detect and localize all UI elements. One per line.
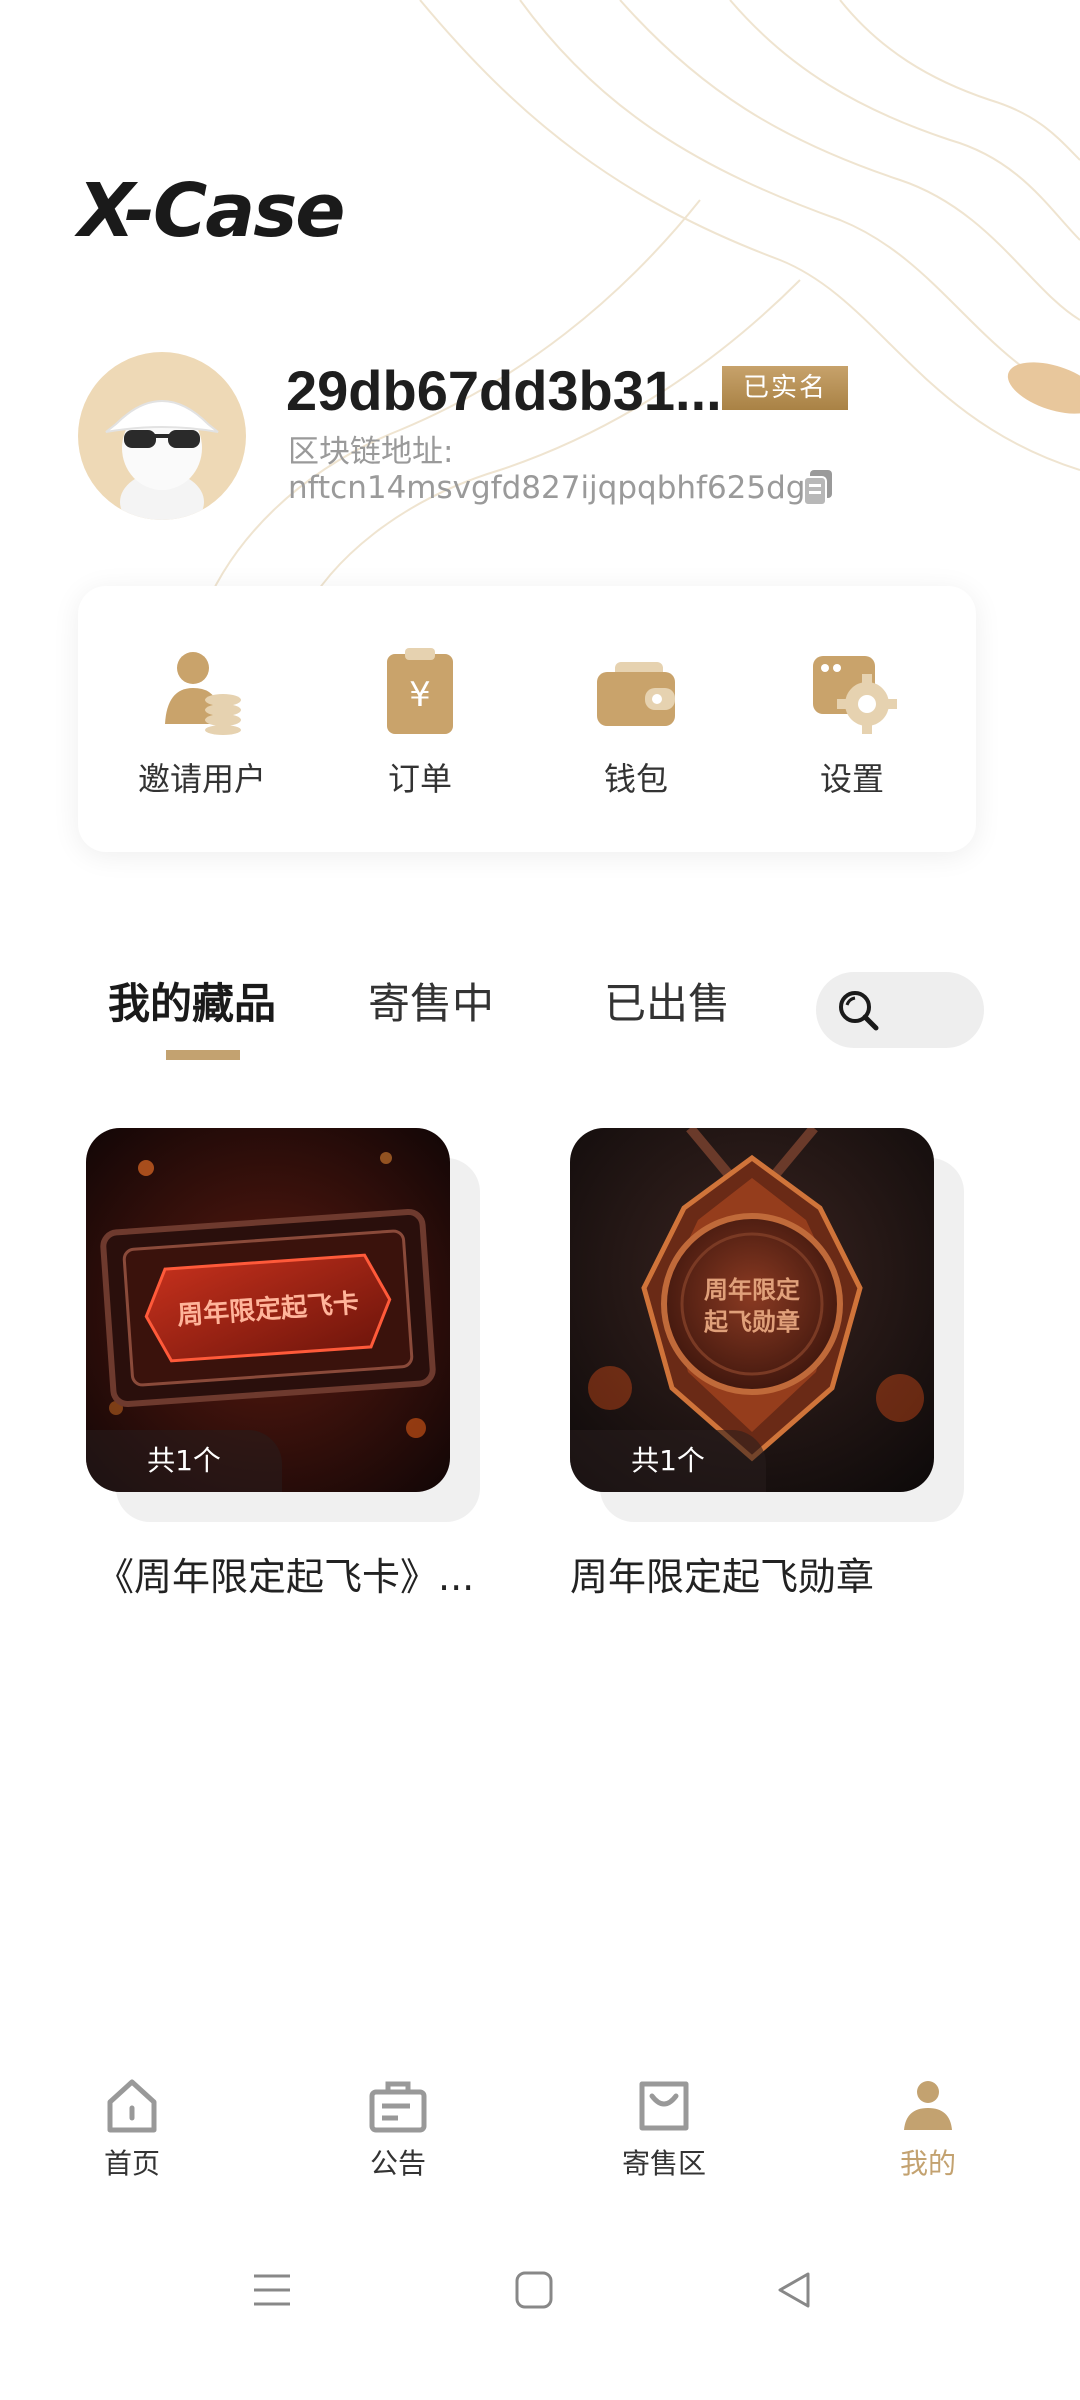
menu-item-wallet[interactable]: 钱包 — [536, 646, 736, 800]
collection-item-image: 周年限定起飞卡 共1个 — [86, 1128, 450, 1492]
nav-label: 首页 — [103, 2147, 160, 2180]
copy-icon[interactable] — [800, 468, 836, 508]
menu-item-label: 订单 — [387, 760, 452, 798]
menu-item-label: 邀请用户 — [137, 760, 266, 798]
nav-item-announcement[interactable]: 公告 — [328, 2076, 468, 2182]
menu-item-label: 设置 — [819, 760, 884, 798]
chain-address-label: 区块链地址: — [288, 434, 454, 470]
nav-item-profile[interactable]: 我的 — [858, 2076, 998, 2182]
item-count: 共1个 — [86, 1430, 282, 1492]
bottom-navigation: 首页 公告 寄售区 我的 — [0, 2060, 1080, 2190]
app-logo: X-Case — [78, 168, 345, 254]
menu-item-label: 钱包 — [603, 760, 668, 798]
invite-user-icon — [165, 652, 241, 735]
medal-art-text-line1: 周年限定 — [704, 1276, 800, 1304]
home-icon — [107, 2079, 157, 2133]
nav-label: 寄售区 — [621, 2147, 706, 2180]
tab-on-consignment[interactable]: 寄售中 — [368, 970, 494, 1031]
avatar[interactable] — [78, 352, 246, 520]
background-wave-pattern — [199, 0, 1080, 620]
medal-art-text-line2: 起飞勋章 — [703, 1308, 800, 1336]
collection-item-title: 《周年限定起飞卡》... — [96, 1555, 475, 1599]
settings-icon — [813, 656, 897, 734]
announcement-icon — [369, 2081, 427, 2133]
wallet-icon — [597, 662, 675, 726]
svg-text:¥: ¥ — [409, 675, 431, 715]
nav-item-consignment[interactable]: 寄售区 — [594, 2076, 734, 2182]
chain-address: nftcn14msvgfd827ijqpqbhf625dgg — [288, 470, 826, 506]
avatar-figure-icon — [105, 400, 219, 520]
order-icon: ¥ — [387, 648, 453, 734]
item-count: 共1个 — [570, 1430, 766, 1492]
profile-icon — [904, 2081, 952, 2130]
search-icon — [839, 991, 879, 1031]
back-triangle-icon[interactable] — [772, 2268, 816, 2312]
active-tab-indicator — [166, 1050, 240, 1060]
user-name: 29db67dd3b31... — [286, 359, 722, 422]
nav-label: 公告 — [369, 2147, 426, 2180]
menu-item-settings[interactable]: 设置 — [752, 646, 952, 800]
menu-item-orders[interactable]: ¥ 订单 — [320, 646, 520, 800]
nav-label: 我的 — [899, 2147, 956, 2180]
verified-badge: 已实名 — [722, 366, 848, 410]
menu-lines-icon[interactable] — [250, 2268, 294, 2312]
consignment-bag-icon — [639, 2081, 689, 2131]
nav-item-home[interactable]: 首页 — [62, 2076, 202, 2182]
tab-sold[interactable]: 已出售 — [604, 970, 730, 1031]
system-navigation-bar — [0, 2240, 1080, 2360]
collection-item-image: 周年限定 起飞勋章 共1个 — [570, 1128, 934, 1492]
home-square-icon[interactable] — [512, 2268, 556, 2312]
search-button[interactable] — [816, 972, 984, 1048]
menu-item-invite[interactable]: 邀请用户 — [102, 646, 302, 800]
quick-menu-card: 邀请用户 ¥ 订单 钱包 设置 — [78, 586, 976, 852]
tab-my-collection[interactable]: 我的藏品 — [108, 970, 276, 1031]
collection-item-title: 周年限定起飞勋章 — [570, 1555, 875, 1599]
